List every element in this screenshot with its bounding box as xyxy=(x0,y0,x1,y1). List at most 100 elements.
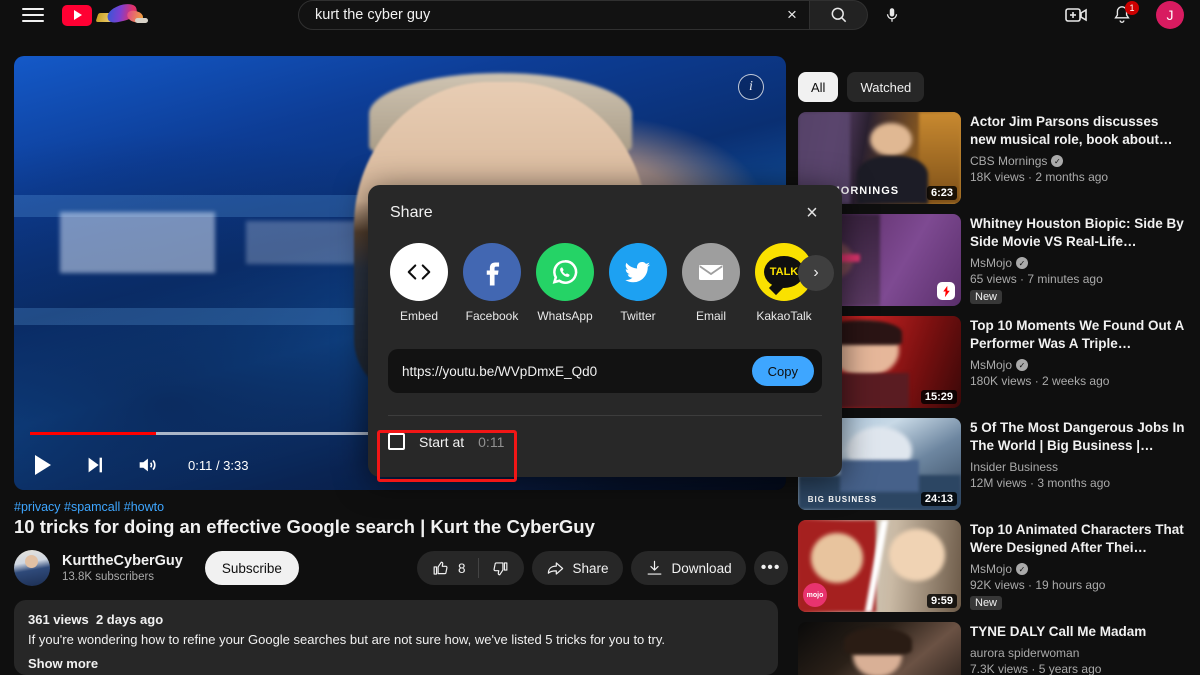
recommendation-meta: 12M views · 3 months ago xyxy=(970,476,1111,491)
recommendation-title: Top 10 Moments We Found Out A Performer … xyxy=(970,318,1184,352)
share-option-label: Embed xyxy=(399,309,439,323)
list-item[interactable]: Whitney Houston Biopic: Side By Side Mov… xyxy=(798,214,1188,306)
recommendation-meta: 180K views · 2 weeks ago xyxy=(970,374,1110,389)
create-video-icon xyxy=(1065,8,1087,22)
mojo-watermark: mojo xyxy=(803,583,827,607)
guide-menu-icon[interactable] xyxy=(22,6,44,24)
app-header: × xyxy=(0,0,1200,30)
view-count: 12M views xyxy=(970,476,1027,491)
recommendation-channel[interactable]: aurora spiderwoman xyxy=(970,646,1188,660)
recommendation-title: 5 Of The Most Dangerous Jobs In The Worl… xyxy=(970,420,1185,454)
channel-owner-row: KurttheCyberGuy 13.8K subscribers Subscr… xyxy=(14,550,299,586)
start-at-checkbox[interactable] xyxy=(388,433,405,450)
list-item[interactable]: BIG BUSINESS 24:13 5 Of The Most Dangero… xyxy=(798,418,1188,510)
search-button[interactable] xyxy=(810,0,868,30)
twitter-icon xyxy=(609,243,667,301)
recommendation-channel[interactable]: MsMojo ✓ xyxy=(970,256,1188,270)
upload-age: 2 weeks ago xyxy=(1042,374,1110,389)
microphone-icon xyxy=(886,8,898,22)
video-duration: 24:13 xyxy=(920,492,957,506)
recommendation-meta: 18K views · 2 months ago xyxy=(970,170,1109,185)
start-at-label: Start at xyxy=(419,433,465,450)
clear-search-icon[interactable]: × xyxy=(775,0,809,30)
share-button[interactable]: Share xyxy=(531,551,623,585)
verified-icon: ✓ xyxy=(1016,359,1029,372)
copy-button[interactable]: Copy xyxy=(751,356,814,386)
video-info-button[interactable]: i xyxy=(738,74,764,100)
share-option-email[interactable]: Email xyxy=(680,243,742,323)
voice-search-button[interactable] xyxy=(878,1,906,29)
recommendation-meta: 65 views · 7 minutes ago xyxy=(970,272,1103,287)
page-title: 10 tricks for doing an effective Google … xyxy=(14,516,595,537)
share-url-field[interactable]: https://youtu.be/WVpDmxE_Qd0 Copy xyxy=(388,349,822,393)
share-option-whatsapp[interactable]: WhatsApp xyxy=(534,243,596,323)
description-stats: 361 views 2 days ago xyxy=(28,612,764,627)
channel-label: aurora spiderwoman xyxy=(970,646,1080,661)
video-hashtags[interactable]: #privacy #spamcall #howto xyxy=(14,500,164,514)
close-icon[interactable]: × xyxy=(798,199,826,227)
recommendation-meta: 7.3K views · 5 years ago xyxy=(970,662,1102,675)
download-button[interactable]: Download xyxy=(630,551,746,585)
subscribe-button[interactable]: Subscribe xyxy=(204,551,299,585)
create-video-button[interactable] xyxy=(1064,3,1088,27)
list-item[interactable]: mojo 9:59 Top 10 Animated Characters Tha… xyxy=(798,520,1188,612)
video-action-buttons: 8 Share Download ••• xyxy=(417,551,788,585)
more-actions-button[interactable]: ••• xyxy=(753,551,788,585)
view-count: 65 views xyxy=(970,272,1017,287)
list-item[interactable]: TYNE DALY Call Me Madam aurora spiderwom… xyxy=(798,622,1188,675)
download-button-label: Download xyxy=(671,560,732,576)
volume-button[interactable] xyxy=(132,450,162,480)
whatsapp-icon xyxy=(536,243,594,301)
list-item[interactable]: 15:29 Top 10 Moments We Found Out A Perf… xyxy=(798,316,1188,408)
list-item[interactable]: MORNINGS 6:23 Actor Jim Parsons discusse… xyxy=(798,112,1188,204)
play-button[interactable] xyxy=(28,450,58,480)
share-dialog-title: Share xyxy=(390,204,433,221)
start-at-row[interactable]: Start at 0:11 xyxy=(388,433,504,450)
like-dislike-group[interactable]: 8 xyxy=(417,551,524,585)
account-avatar[interactable]: J xyxy=(1156,1,1184,29)
search-icon xyxy=(831,7,846,23)
recommendation-channel[interactable]: Insider Business xyxy=(970,460,1188,474)
shorts-badge xyxy=(937,282,955,300)
channel-name[interactable]: KurttheCyberGuy xyxy=(62,553,183,569)
share-option-embed[interactable]: Embed xyxy=(388,243,450,323)
share-option-label: KakaoTalk xyxy=(756,309,812,323)
chip-all[interactable]: All xyxy=(798,72,839,102)
channel-avatar[interactable] xyxy=(14,550,50,586)
channel-label: MsMojo xyxy=(970,256,1013,271)
share-divider xyxy=(388,415,822,416)
description-text: If you're wondering how to refine your G… xyxy=(28,632,665,647)
share-button-label: Share xyxy=(572,560,609,576)
recommendation-channel[interactable]: MsMojo ✓ xyxy=(970,562,1188,576)
upload-age: 5 years ago xyxy=(1038,662,1102,675)
video-description-box[interactable]: 361 views 2 days ago If you're wondering… xyxy=(14,600,778,675)
video-duration: 15:29 xyxy=(920,390,957,404)
share-option-twitter[interactable]: Twitter xyxy=(607,243,669,323)
view-count: 92K views xyxy=(970,578,1025,593)
recommendation-channel[interactable]: MsMojo ✓ xyxy=(970,358,1188,372)
next-icon xyxy=(88,457,102,473)
search-box[interactable]: × xyxy=(298,0,810,30)
share-url-text: https://youtu.be/WVpDmxE_Qd0 xyxy=(402,363,598,379)
share-option-facebook[interactable]: Facebook xyxy=(461,243,523,323)
chip-watched[interactable]: Watched xyxy=(847,72,925,102)
search-input[interactable] xyxy=(299,7,775,23)
next-video-button[interactable] xyxy=(80,450,110,480)
facebook-icon xyxy=(463,243,521,301)
notifications-button[interactable]: 1 xyxy=(1110,1,1139,27)
new-badge: New xyxy=(970,596,1003,611)
time-display: 0:11 / 3:33 xyxy=(188,457,249,473)
channel-label: Insider Business xyxy=(970,460,1059,475)
share-option-label: Email xyxy=(695,309,726,323)
recommendations-list: MORNINGS 6:23 Actor Jim Parsons discusse… xyxy=(798,112,1188,675)
download-icon xyxy=(647,560,661,575)
recommendation-meta: 92K views · 19 hours ago xyxy=(970,578,1106,593)
verified-icon: ✓ xyxy=(1016,257,1029,270)
show-more-button[interactable]: Show more xyxy=(28,656,764,671)
header-actions: 1 J xyxy=(1064,0,1184,30)
share-apps-next-button[interactable]: › xyxy=(798,255,834,291)
recommendation-channel[interactable]: CBS Mornings ✓ xyxy=(970,154,1188,168)
youtube-logo[interactable] xyxy=(62,4,153,26)
start-at-time[interactable]: 0:11 xyxy=(478,434,504,450)
thumbnail-overlay-text: BIG BUSINESS xyxy=(807,495,878,505)
